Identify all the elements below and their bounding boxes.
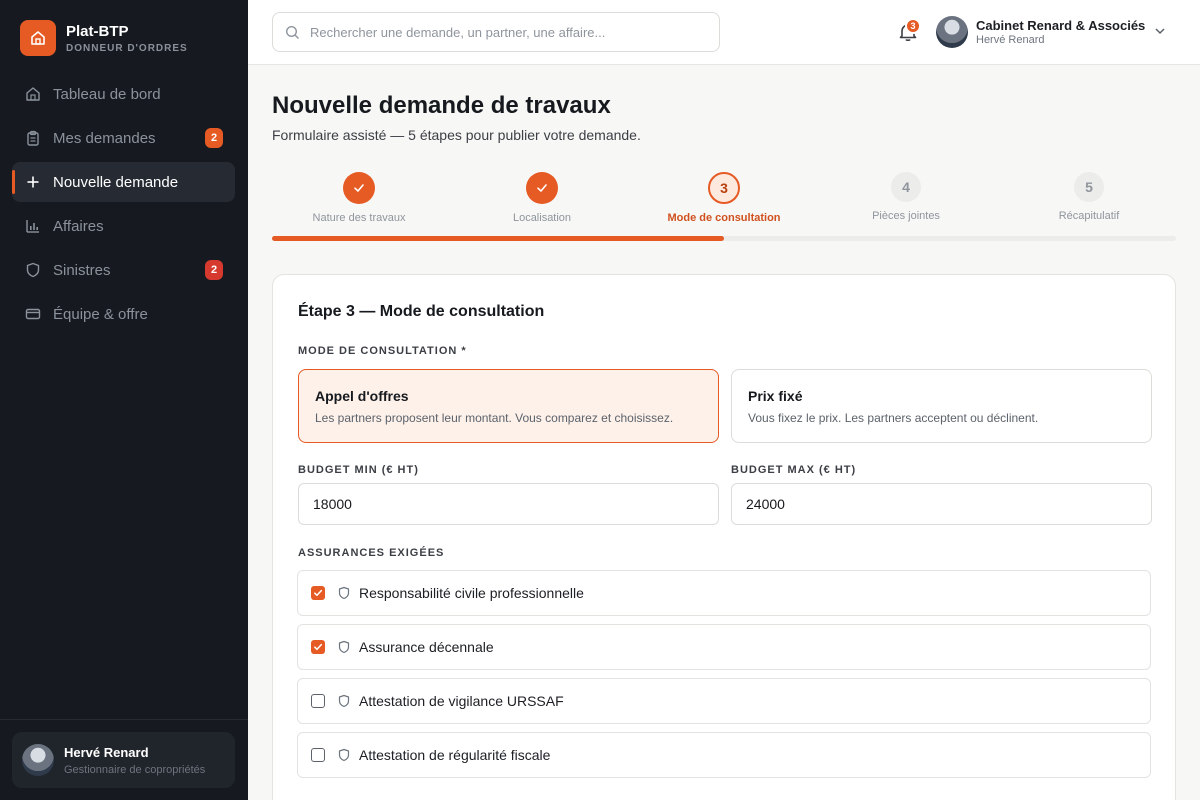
header-company: Cabinet Renard & Associés [976, 18, 1146, 33]
chevron-down-icon[interactable] [1154, 25, 1166, 37]
mode-option-appel-offres[interactable]: Appel d'offres Les partners proposent le… [298, 369, 719, 443]
sidebar-user-role: Gestionnaire de copropriétés [64, 763, 206, 776]
sinistres-badge: 2 [205, 260, 223, 280]
progress-fill [272, 236, 724, 241]
card-icon [24, 305, 42, 323]
budget-max-label: BUDGET MAX (€ HT) [731, 464, 857, 476]
insurance-label-text: Attestation de régularité fiscale [359, 747, 551, 763]
mode-option-description: Vous fixez le prix. Les partners accepte… [748, 411, 1039, 425]
mode-option-prix-fixe[interactable]: Prix fixé Vous fixez le prix. Les partne… [731, 369, 1152, 443]
shield-icon [337, 640, 351, 654]
step-number: 3 [708, 172, 740, 204]
check-icon [314, 589, 323, 597]
step-label: Localisation [512, 212, 572, 224]
sidebar-item-sinistres[interactable]: Sinistres 2 [12, 250, 235, 290]
budget-max-input[interactable] [731, 483, 1152, 525]
sidebar-item-tableau-de-bord[interactable]: Tableau de bord [12, 74, 235, 114]
sidebar-user-card[interactable]: Hervé Renard Gestionnaire de copropriété… [12, 732, 235, 788]
insurance-label-text: Attestation de vigilance URSSAF [359, 693, 564, 709]
check-icon [354, 184, 364, 192]
sidebar: Plat-BTP DONNEUR D'ORDRES Tableau de bor… [0, 0, 248, 800]
shield-icon [24, 261, 42, 279]
step-label: Nature des travaux [312, 212, 406, 224]
sidebar-user-name: Hervé Renard [64, 744, 149, 760]
step-1[interactable]: Nature des travaux [269, 172, 449, 224]
shield-icon [337, 748, 351, 762]
form-title: Étape 3 — Mode de consultation [298, 303, 545, 320]
sidebar-item-label: Équipe & offre [53, 305, 148, 323]
sidebar-item-equipe-offre[interactable]: Équipe & offre [12, 294, 235, 334]
step-number: 5 [1074, 172, 1104, 202]
sidebar-item-affaires[interactable]: Affaires [12, 206, 235, 246]
sidebar-nav: Tableau de bord Mes demandes 2 Nouvelle … [12, 74, 235, 338]
sidebar-divider [0, 719, 248, 720]
brand[interactable]: Plat-BTP DONNEUR D'ORDRES [20, 20, 188, 56]
mode-option-title: Appel d'offres [315, 388, 409, 404]
insurance-row-rc-pro[interactable]: Responsabilité civile professionnelle [297, 570, 1151, 616]
bar-chart-icon [24, 217, 42, 235]
brand-subtitle: DONNEUR D'ORDRES [66, 42, 188, 54]
insurance-label: ASSURANCES EXIGÉES [298, 547, 445, 559]
mode-option-description: Les partners proposent leur montant. Vou… [315, 411, 674, 425]
step-3[interactable]: 3 Mode de consultation [634, 172, 814, 224]
form-card: Étape 3 — Mode de consultation MODE DE C… [272, 274, 1176, 800]
check-icon [537, 184, 547, 192]
step-number: 4 [891, 172, 921, 202]
page-title: Nouvelle demande de travaux [272, 92, 611, 119]
sidebar-item-label: Affaires [53, 217, 104, 235]
insurance-label-text: Responsabilité civile professionnelle [359, 585, 584, 601]
brand-logo-icon [20, 20, 56, 56]
sidebar-item-label: Sinistres [53, 261, 111, 279]
check-icon [314, 643, 323, 651]
avatar [22, 744, 54, 776]
mode-option-title: Prix fixé [748, 388, 803, 404]
page-subtitle: Formulaire assisté — 5 étapes pour publi… [272, 127, 641, 143]
sidebar-item-nouvelle-demande[interactable]: Nouvelle demande [12, 162, 235, 202]
checkbox-unchecked[interactable] [311, 694, 325, 708]
mes-demandes-badge: 2 [205, 128, 223, 148]
step-5[interactable]: 5 Récapitulatif [999, 172, 1179, 222]
step-label: Mode de consultation [667, 212, 781, 224]
plus-icon [24, 173, 42, 191]
step-label: Récapitulatif [1058, 210, 1120, 222]
sidebar-item-label: Mes demandes [53, 129, 156, 147]
step-2[interactable]: Localisation [452, 172, 632, 224]
notification-badge: 3 [905, 18, 921, 34]
insurance-row-fiscale[interactable]: Attestation de régularité fiscale [297, 732, 1151, 778]
checkbox-unchecked[interactable] [311, 748, 325, 762]
sidebar-item-label: Nouvelle demande [53, 173, 179, 191]
step-done-circle [526, 172, 558, 204]
insurance-row-decennale[interactable]: Assurance décennale [297, 624, 1151, 670]
search-box[interactable] [272, 12, 720, 52]
top-header: 3 Cabinet Renard & Associés Hervé Renard [248, 0, 1200, 65]
mode-label: MODE DE CONSULTATION * [298, 345, 467, 357]
step-4[interactable]: 4 Pièces jointes [816, 172, 996, 222]
insurance-row-urssaf[interactable]: Attestation de vigilance URSSAF [297, 678, 1151, 724]
search-icon [285, 25, 299, 39]
home-icon [24, 85, 42, 103]
budget-min-label: BUDGET MIN (€ HT) [298, 464, 419, 476]
checkbox-checked[interactable] [311, 586, 325, 600]
insurance-label-text: Assurance décennale [359, 639, 494, 655]
budget-min-input[interactable] [298, 483, 719, 525]
progress-track [272, 236, 1176, 241]
shield-icon [337, 694, 351, 708]
brand-name: Plat-BTP [66, 22, 129, 40]
search-input[interactable] [310, 24, 690, 40]
clipboard-icon [24, 129, 42, 147]
header-user[interactable]: Cabinet Renard & Associés Hervé Renard [976, 18, 1145, 46]
step-label: Pièces jointes [872, 210, 940, 222]
step-done-circle [343, 172, 375, 204]
sidebar-item-mes-demandes[interactable]: Mes demandes 2 [12, 118, 235, 158]
checkbox-checked[interactable] [311, 640, 325, 654]
shield-icon [337, 586, 351, 600]
sidebar-item-label: Tableau de bord [53, 85, 161, 103]
avatar[interactable] [936, 16, 968, 48]
header-user-name: Hervé Renard [976, 34, 1045, 46]
stepper: Nature des travaux Localisation 3 Mode d… [272, 172, 1176, 242]
